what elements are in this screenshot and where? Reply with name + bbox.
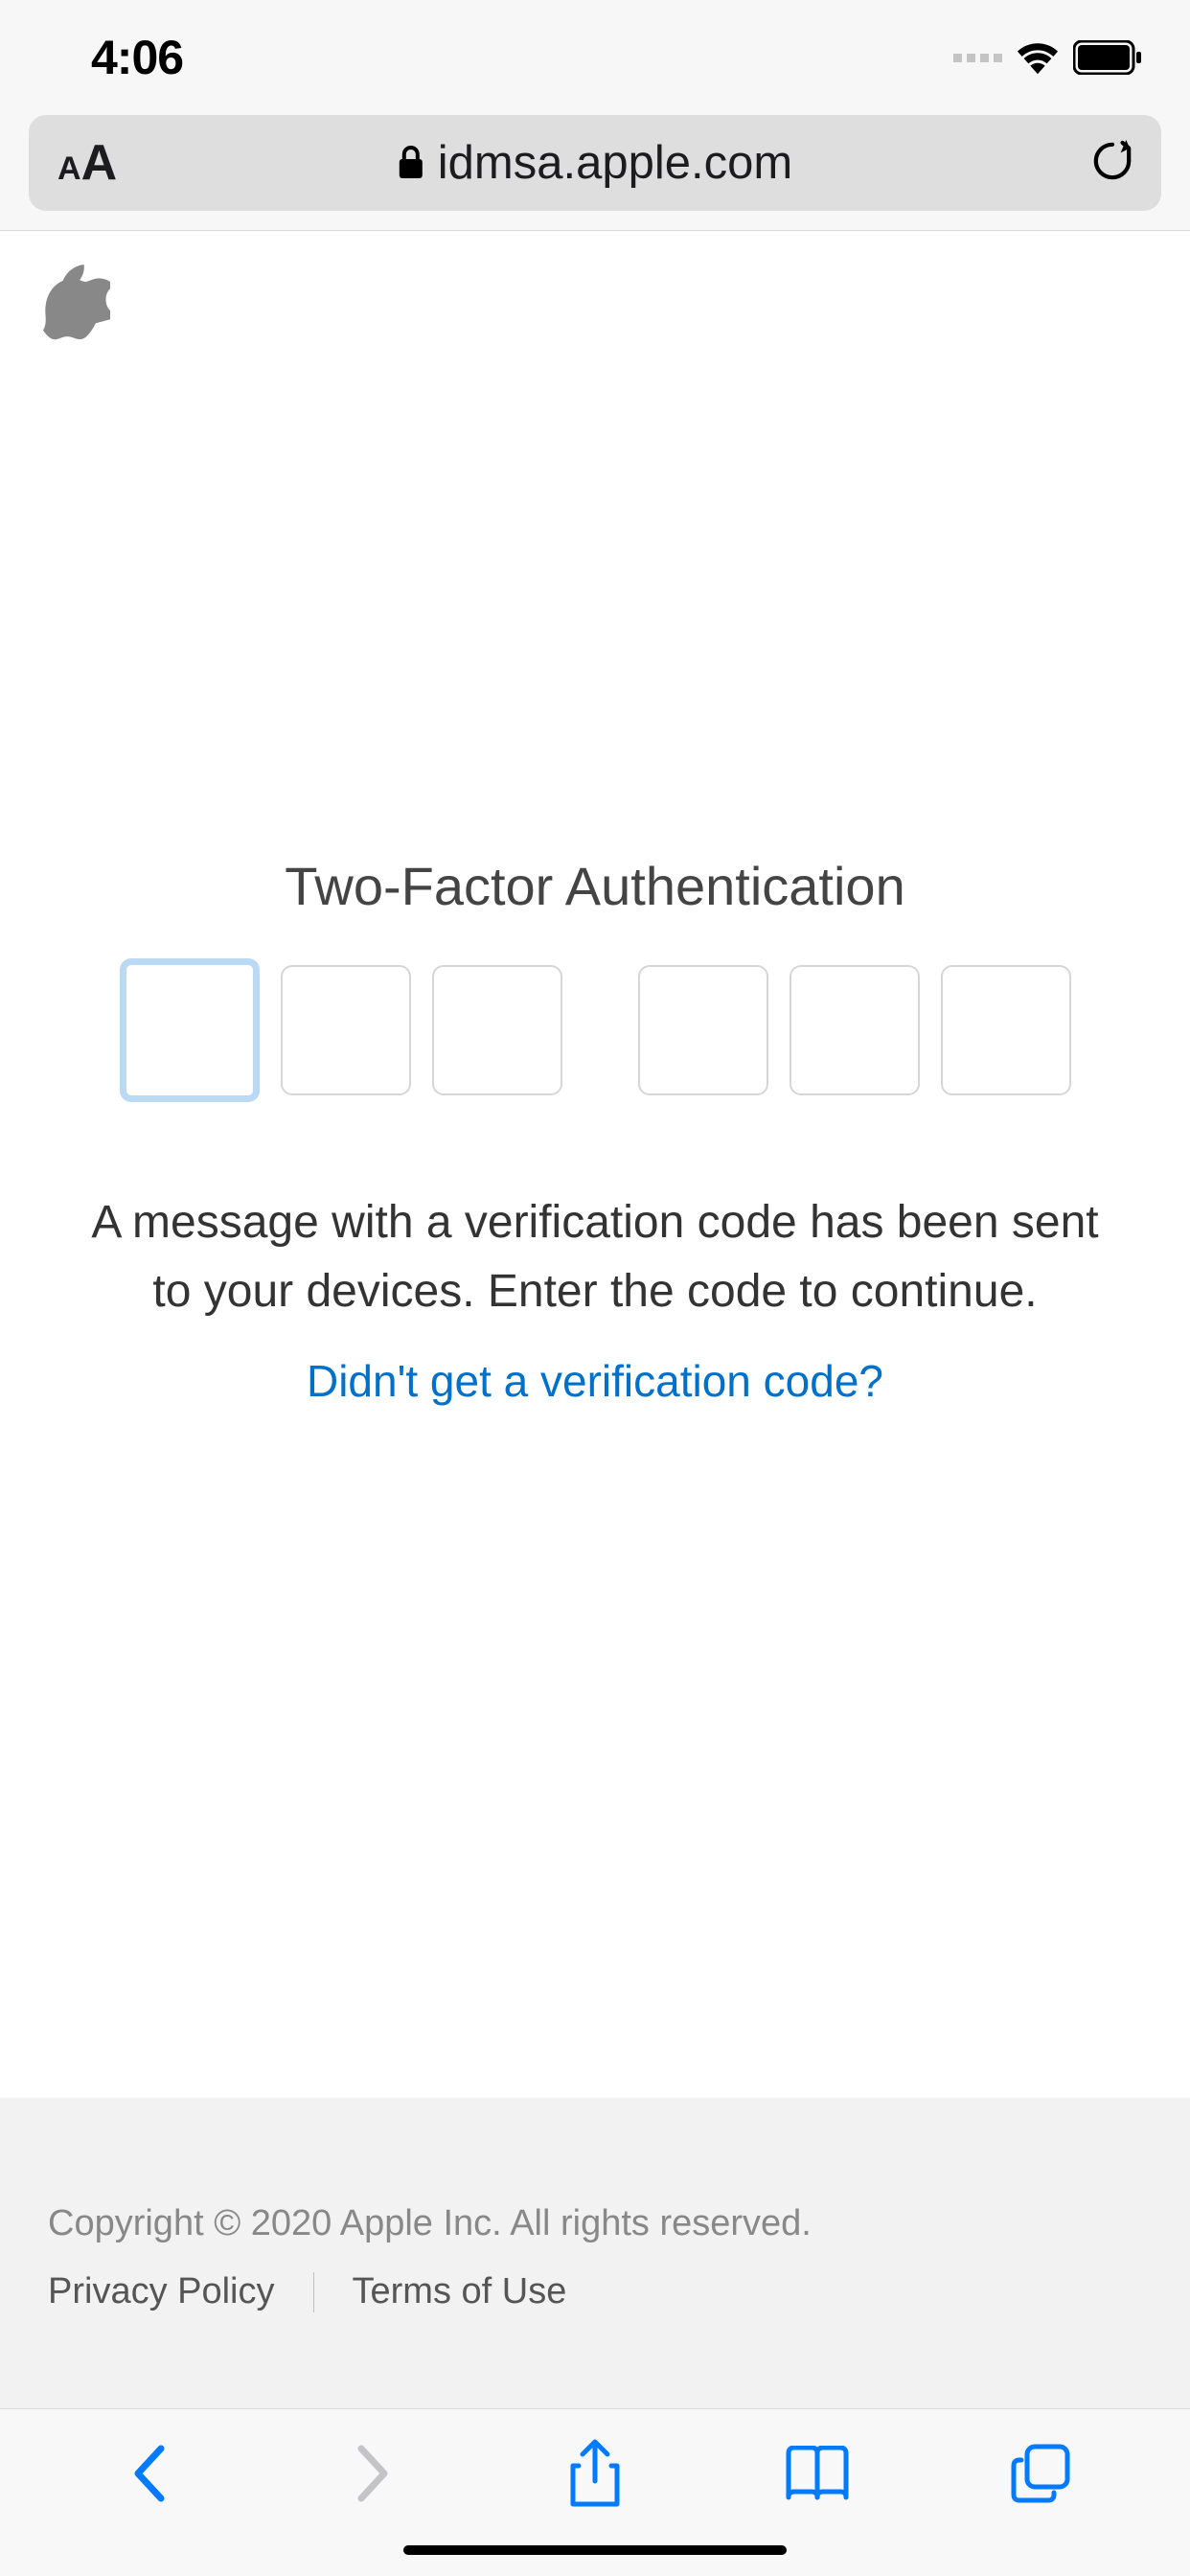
code-digit-3[interactable]	[432, 965, 562, 1095]
refresh-button[interactable]	[1092, 138, 1133, 189]
reader-format-button[interactable]: AA	[57, 134, 117, 192]
code-digit-1[interactable]	[120, 958, 260, 1102]
page-title: Two-Factor Authentication	[0, 855, 1190, 917]
copyright-text: Copyright © 2020 Apple Inc. All rights r…	[48, 2203, 1142, 2244]
apple-logo-icon[interactable]	[43, 260, 110, 342]
page-footer: Copyright © 2020 Apple Inc. All rights r…	[0, 2098, 1190, 2408]
forward-button[interactable]	[334, 2435, 411, 2512]
back-button[interactable]	[111, 2435, 188, 2512]
verification-code-inputs	[0, 965, 1190, 1102]
code-digit-6[interactable]	[941, 965, 1071, 1095]
battery-icon	[1073, 40, 1142, 75]
book-icon	[785, 2446, 850, 2501]
terms-of-use-link[interactable]: Terms of Use	[353, 2271, 567, 2312]
two-factor-panel: Two-Factor Authentication A message with…	[0, 347, 1190, 1407]
url-bar[interactable]: AA idmsa.apple.com	[29, 115, 1161, 211]
header-logo-wrap	[0, 231, 1190, 347]
share-icon	[569, 2439, 621, 2508]
url-bar-container: AA idmsa.apple.com	[0, 115, 1190, 231]
wifi-icon	[1016, 40, 1060, 75]
tabs-icon	[1010, 2443, 1071, 2504]
instruction-text: A message with a verification code has b…	[0, 1188, 1190, 1326]
bookmarks-button[interactable]	[779, 2435, 856, 2512]
home-indicator[interactable]	[403, 2545, 787, 2555]
lock-icon	[398, 146, 424, 180]
status-bar: 4:06	[0, 0, 1190, 115]
refresh-icon	[1092, 138, 1133, 184]
privacy-policy-link[interactable]: Privacy Policy	[48, 2271, 275, 2312]
url-text: idmsa.apple.com	[438, 136, 792, 190]
code-digit-4[interactable]	[638, 965, 768, 1095]
resend-code-link[interactable]: Didn't get a verification code?	[307, 1356, 883, 1406]
signal-dots-icon	[953, 54, 1002, 62]
chevron-left-icon	[132, 2445, 167, 2502]
page-content: Two-Factor Authentication A message with…	[0, 231, 1190, 2408]
code-digit-5[interactable]	[790, 965, 920, 1095]
chevron-right-icon	[355, 2445, 390, 2502]
code-digit-2[interactable]	[281, 965, 411, 1095]
footer-links: Privacy Policy Terms of Use	[48, 2271, 1142, 2312]
status-indicators	[953, 40, 1142, 75]
share-button[interactable]	[557, 2435, 633, 2512]
footer-divider	[313, 2272, 314, 2312]
tabs-button[interactable]	[1002, 2435, 1079, 2512]
status-time: 4:06	[91, 30, 183, 85]
url-display[interactable]: idmsa.apple.com	[398, 136, 792, 190]
